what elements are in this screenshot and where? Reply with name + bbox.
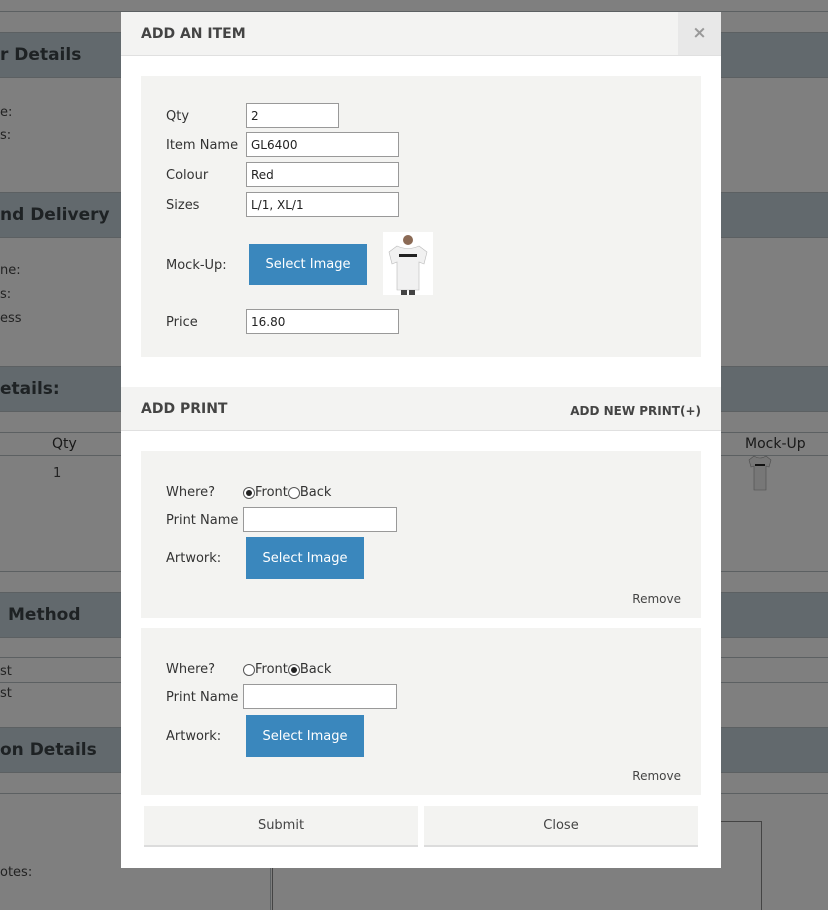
front-radio[interactable] <box>243 486 255 499</box>
select-mockup-image-button[interactable]: Select Image <box>249 244 367 285</box>
item-panel: Qty Item Name Colour Sizes Mock-Up: Sele… <box>141 76 701 357</box>
artwork-label: Artwork: <box>166 551 222 566</box>
close-button[interactable]: Close <box>424 806 698 847</box>
select-artwork-image-button[interactable]: Select Image <box>246 715 364 757</box>
back-radio[interactable] <box>287 486 300 499</box>
add-item-modal: ADD AN ITEM × Qty Item Name Colour Sizes… <box>121 12 721 868</box>
print-panel: Where? Front Back Print Name Artwork: Se… <box>141 628 701 795</box>
front-radio-label[interactable]: Front <box>255 485 288 500</box>
front-radio[interactable] <box>243 663 255 676</box>
where-label: Where? <box>166 485 216 500</box>
where-label: Where? <box>166 662 216 677</box>
close-icon[interactable]: × <box>678 12 721 55</box>
print-name-label: Print Name <box>166 690 239 705</box>
print-name-input[interactable] <box>243 684 397 709</box>
colour-label: Colour <box>166 168 209 183</box>
print-name-label: Print Name <box>166 513 239 528</box>
add-new-print-link[interactable]: ADD NEW PRINT(+) <box>570 404 701 418</box>
qty-input[interactable] <box>246 103 339 128</box>
modal-title: ADD AN ITEM <box>141 26 246 42</box>
back-radio[interactable] <box>287 663 300 676</box>
where-radio-group: Front Back <box>243 485 331 500</box>
item-name-label: Item Name <box>166 138 239 153</box>
price-label: Price <box>166 315 198 330</box>
artwork-label: Artwork: <box>166 729 222 744</box>
add-print-title: ADD PRINT <box>141 401 228 417</box>
print-name-input[interactable] <box>243 507 397 532</box>
where-radio-group: Front Back <box>243 662 331 677</box>
tshirt-mockup-icon[interactable] <box>383 232 433 295</box>
price-input[interactable] <box>246 309 399 334</box>
print-panel: Where? Front Back Print Name Artwork: Se… <box>141 451 701 618</box>
remove-print-link[interactable]: Remove <box>632 769 681 783</box>
add-print-header: ADD PRINT ADD NEW PRINT(+) <box>121 387 721 431</box>
sizes-label: Sizes <box>166 198 200 213</box>
modal-header: ADD AN ITEM × <box>121 12 721 56</box>
item-name-input[interactable] <box>246 132 399 157</box>
sizes-input[interactable] <box>246 192 399 217</box>
colour-input[interactable] <box>246 162 399 187</box>
qty-label: Qty <box>166 109 190 124</box>
back-radio-label[interactable]: Back <box>300 662 332 677</box>
mockup-label: Mock-Up: <box>166 258 227 273</box>
remove-print-link[interactable]: Remove <box>632 592 681 606</box>
select-artwork-image-button[interactable]: Select Image <box>246 537 364 579</box>
submit-button[interactable]: Submit <box>144 806 418 847</box>
back-radio-label[interactable]: Back <box>300 485 332 500</box>
front-radio-label[interactable]: Front <box>255 662 288 677</box>
